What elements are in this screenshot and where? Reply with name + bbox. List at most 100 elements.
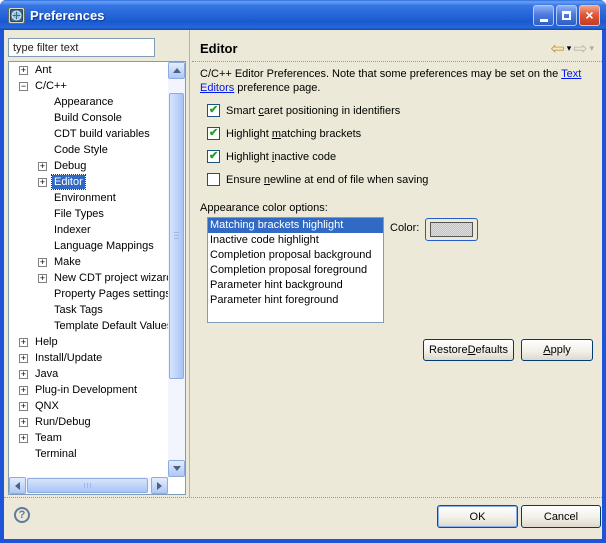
forward-icon[interactable]: ⇨ [573,40,587,57]
tree-item-code-style[interactable]: Code Style [9,142,168,158]
description-text-before: C/C++ Editor Preferences. Note that some… [200,68,561,80]
color-options-list[interactable]: Matching brackets highlightInactive code… [207,217,384,323]
color-option-item[interactable]: Matching brackets highlight [208,218,383,233]
tree-item-task-tags[interactable]: Task Tags [9,302,168,318]
checked-checkbox-icon[interactable] [207,150,220,163]
expand-plus-icon[interactable]: + [19,354,28,363]
tree-item-plug-in-development[interactable]: +Plug-in Development [9,382,168,398]
expand-plus-icon[interactable]: + [38,178,47,187]
editor-preferences-panel: Editor ⇦ ▾ ⇨ ▾ C/C++ Editor Preferences.… [192,30,602,497]
tree-item-label: Environment [52,191,118,205]
tree-item-label: Install/Update [33,351,104,365]
color-picker-button[interactable] [425,218,478,241]
expand-plus-icon[interactable]: + [19,402,28,411]
expand-plus-icon[interactable]: + [38,274,47,283]
expand-plus-icon[interactable]: + [19,66,28,75]
preferences-tree-panel: + Ant−C/C++AppearanceBuild ConsoleCDT bui… [8,61,186,495]
tree-item-ant[interactable]: + Ant [9,62,168,78]
tree-item-label: Ant [33,63,54,77]
tree-item-file-types[interactable]: File Types [9,206,168,222]
vertical-scroll-thumb[interactable] [169,93,184,379]
tree-item-editor[interactable]: + Editor [9,174,168,190]
ok-button[interactable]: OK [437,505,518,528]
collapse-minus-icon[interactable]: − [19,82,28,91]
tree-item-make[interactable]: +Make [9,254,168,270]
expand-plus-icon[interactable]: + [19,434,28,443]
color-option-item[interactable]: Inactive code highlight [208,233,383,248]
expand-plus-icon[interactable]: + [38,162,47,171]
tree-item-label: CDT build variables [52,127,152,141]
back-icon[interactable]: ⇦ [550,40,564,57]
forward-dropdown-icon[interactable]: ▾ [589,43,594,54]
back-dropdown-icon[interactable]: ▾ [567,43,572,54]
restore-defaults-button[interactable]: Restore Defaults [423,339,514,361]
scroll-up-button[interactable] [168,62,185,79]
tree-item-build-console[interactable]: Build Console [9,110,168,126]
tree-item-qnx[interactable]: +QNX [9,398,168,414]
tree-item-label: File Types [52,207,106,221]
tree-item-cdt-build-variables[interactable]: CDT build variables [9,126,168,142]
expand-plus-icon[interactable]: + [38,258,47,267]
history-navigation: ⇦ ▾ ⇨ ▾ [550,40,594,57]
checked-checkbox-icon[interactable] [207,127,220,140]
tree-connector [38,146,47,155]
page-header: Editor ⇦ ▾ ⇨ ▾ [200,38,594,58]
scroll-down-button[interactable] [168,460,185,477]
color-option-item[interactable]: Parameter hint background [208,278,383,293]
checked-checkbox-icon[interactable] [207,104,220,117]
tree-item-property-pages-settings[interactable]: Property Pages settings [9,286,168,302]
tree-item-label: Editor [52,175,85,189]
tree-item-template-default-values[interactable]: Template Default Values [9,318,168,334]
color-option-item[interactable]: Completion proposal foreground [208,263,383,278]
tree-connector [19,450,28,459]
cancel-button[interactable]: Cancel [521,505,601,528]
scroll-right-button[interactable] [151,477,168,494]
panel-divider[interactable] [189,30,190,497]
tree-item-label: Team [33,431,64,445]
close-icon: × [585,8,593,22]
tree-vertical-scrollbar[interactable] [168,62,185,477]
help-button[interactable]: ? [14,507,30,523]
color-option-item[interactable]: Completion proposal background [208,248,383,263]
checkbox-label: Highlight matching brackets [226,128,361,140]
tree-connector [38,210,47,219]
tree-item-java[interactable]: +Java [9,366,168,382]
tree-item-team[interactable]: + Team [9,430,168,446]
tree-item-debug[interactable]: +Debug [9,158,168,174]
expand-plus-icon[interactable]: + [19,338,28,347]
scroll-left-button[interactable] [9,477,26,494]
tree-item-label: Code Style [52,143,110,157]
preferences-tree: + Ant−C/C++AppearanceBuild ConsoleCDT bui… [9,62,168,477]
tree-item-language-mappings[interactable]: Language Mappings [9,238,168,254]
filter-input[interactable] [8,38,155,57]
apply-button[interactable]: Apply [521,339,593,361]
tree-item-appearance[interactable]: Appearance [9,94,168,110]
tree-item-c-c[interactable]: −C/C++ [9,78,168,94]
color-option-item[interactable]: Parameter hint foreground [208,293,383,308]
scroll-up-icon [173,68,181,73]
description-text-after: preference page. [234,82,320,94]
tree-item-run-debug[interactable]: +Run/Debug [9,414,168,430]
tree-horizontal-scrollbar[interactable] [9,477,168,494]
expand-plus-icon[interactable]: + [19,386,28,395]
tree-item-label: Help [33,335,60,349]
close-button[interactable]: × [579,5,600,26]
tree-item-label: Appearance [52,95,115,109]
unchecked-checkbox-icon[interactable] [207,173,220,186]
expand-plus-icon[interactable]: + [19,370,28,379]
window-title: Preferences [30,8,104,23]
titlebar[interactable]: Preferences × [0,0,606,30]
tree-item-label: Task Tags [52,303,105,317]
tree-item-label: Template Default Values [52,319,168,333]
minimize-button[interactable] [533,5,554,26]
tree-item-terminal[interactable]: Terminal [9,446,168,462]
tree-item-environment[interactable]: Environment [9,190,168,206]
tree-item-new-cdt-project-wizard[interactable]: +New CDT project wizard [9,270,168,286]
tree-item-install-update[interactable]: + Install/Update [9,350,168,366]
tree-item-indexer[interactable]: Indexer [9,222,168,238]
horizontal-scroll-thumb[interactable] [27,478,148,493]
tree-connector [38,194,47,203]
maximize-button[interactable] [556,5,577,26]
tree-item-help[interactable]: + Help [9,334,168,350]
expand-plus-icon[interactable]: + [19,418,28,427]
